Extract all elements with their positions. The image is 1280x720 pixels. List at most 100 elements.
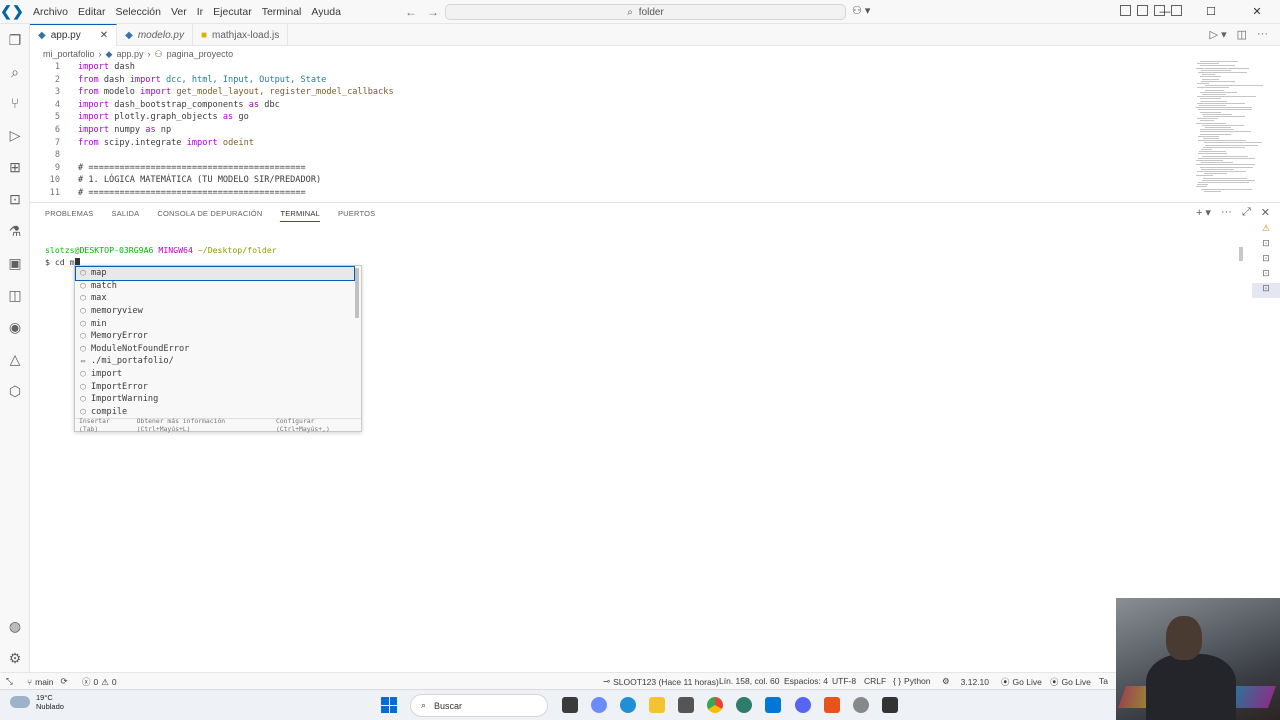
indentation[interactable]: Espacios: 4 — [784, 676, 828, 686]
command-center-search[interactable]: ⌕ folder — [445, 4, 846, 20]
footer-configure-hint[interactable]: Configurar (Ctrl+Mayús+,) — [276, 417, 361, 433]
discord-icon[interactable] — [795, 697, 811, 713]
minimize-button[interactable]: — — [1142, 0, 1188, 24]
windows-start-icon[interactable] — [381, 697, 397, 713]
menu-ayuda[interactable]: Ayuda — [306, 0, 346, 24]
github-icon[interactable]: ◫ — [7, 287, 23, 303]
remote-explorer-icon[interactable]: ⊡ — [7, 191, 23, 207]
menu-terminal[interactable]: Terminal — [257, 0, 307, 24]
new-terminal-icon[interactable]: + ▾ — [1196, 206, 1211, 219]
app-icon[interactable] — [736, 697, 752, 713]
tab-app-py[interactable]: ◆ app.py ✕ — [30, 24, 118, 46]
suggestion-item[interactable]: ⬡ min — [76, 317, 354, 330]
close-tab-icon[interactable]: ✕ — [100, 30, 108, 41]
suggestion-item[interactable]: ⬡ memoryview — [76, 305, 354, 318]
docker-icon[interactable]: ▣ — [7, 255, 23, 271]
extra-status-item[interactable]: Ta — [1099, 676, 1108, 686]
customize-layout-icon[interactable] — [1120, 5, 1131, 16]
encoding[interactable]: UTF-8 — [832, 676, 856, 686]
menu-ir[interactable]: Ir — [192, 0, 208, 24]
suggestion-item[interactable]: ⬡ import — [76, 368, 354, 381]
explorer-icon[interactable]: ❐ — [7, 32, 23, 48]
vscode-taskbar-icon[interactable] — [765, 697, 781, 713]
git-blame-indicator[interactable]: ⊸ SLOOT123 (Hace 11 horas) — [603, 676, 719, 687]
copilot-app-icon[interactable] — [591, 697, 607, 713]
tab-modelo-py[interactable]: ◆ modelo.py — [117, 24, 193, 46]
terminal-instance-icon[interactable]: ⊡ — [1252, 268, 1280, 283]
suggestion-item[interactable]: ⬡ ImportWarning — [76, 393, 354, 406]
problems-indicator[interactable]: ⓧ 0 ⚠ 0 — [82, 676, 117, 688]
minimap[interactable] — [1192, 61, 1272, 197]
extensions-icon[interactable]: ⊞ — [7, 159, 23, 175]
go-live-button-2[interactable]: ⦿ Go Live — [1050, 676, 1091, 688]
tab-salida[interactable]: SALIDA — [111, 209, 139, 222]
tab-mathjax-load-js[interactable]: ■ mathjax-load.js — [193, 24, 289, 46]
back-arrow-icon[interactable]: ← — [405, 0, 417, 24]
tab-problemas[interactable]: PROBLEMAS — [45, 209, 93, 222]
extension-pack-icon[interactable]: ⬡ — [7, 383, 23, 399]
forward-arrow-icon[interactable]: → — [427, 0, 439, 24]
terminal-app-icon[interactable] — [882, 697, 898, 713]
suggestion-item[interactable]: ⬡ map — [75, 266, 355, 281]
testing-icon[interactable]: ⚗ — [7, 223, 23, 239]
task-view-icon[interactable] — [562, 697, 578, 713]
menu-editar[interactable]: Editar — [73, 0, 110, 24]
maximize-panel-icon[interactable]: ⤢ — [1242, 206, 1251, 219]
tab-terminal[interactable]: TERMINAL — [280, 209, 320, 222]
source-control-icon[interactable]: ⑂ — [7, 95, 23, 111]
breadcrumb-file[interactable]: app.py — [116, 49, 143, 59]
close-panel-icon[interactable]: ✕ — [1261, 206, 1270, 219]
more-actions-icon[interactable]: ··· — [1221, 206, 1232, 219]
language-mode[interactable]: { } Python — [893, 676, 931, 686]
cursor-position[interactable]: Lín. 158, col. 60 — [719, 676, 780, 686]
warning-icon[interactable]: ⚠ — [1252, 223, 1280, 238]
deploy-icon[interactable]: △ — [7, 351, 23, 367]
split-editor-icon[interactable]: ◫ — [1237, 28, 1247, 41]
weather-widget[interactable]: 19°C Nublado — [10, 693, 64, 711]
menu-archivo[interactable]: Archivo — [28, 0, 73, 24]
chrome-icon[interactable] — [707, 697, 723, 713]
sublime-icon[interactable] — [824, 697, 840, 713]
footer-insert-hint[interactable]: Insertar (Tab) — [79, 417, 127, 433]
maximize-button[interactable]: ☐ — [1188, 0, 1234, 24]
run-file-icon[interactable]: ▷ ▾ — [1210, 28, 1227, 41]
suggestion-item[interactable]: ⬡ ModuleNotFoundError — [76, 343, 354, 356]
suggest-scrollbar[interactable] — [355, 268, 359, 318]
remote-indicator-icon[interactable]: ⤡ — [6, 676, 13, 687]
github-desktop-icon[interactable] — [853, 697, 869, 713]
more-actions-icon[interactable]: ··· — [1257, 28, 1268, 41]
run-debug-icon[interactable]: ▷ — [7, 127, 23, 143]
menu-ver[interactable]: Ver — [166, 0, 192, 24]
menu-ejecutar[interactable]: Ejecutar — [208, 0, 257, 24]
search-view-icon[interactable]: ⌕ — [7, 64, 23, 80]
copilot-chat-icon[interactable]: ◉ — [7, 319, 23, 335]
copilot-icon[interactable]: ⚇ ▾ — [852, 4, 870, 17]
menu-seleccion[interactable]: Selección — [110, 0, 166, 24]
footer-more-info-hint[interactable]: Obtener más información (Ctrl+Mayús+L) — [137, 417, 266, 433]
tab-puertos[interactable]: PUERTOS — [338, 209, 375, 222]
suggestion-item[interactable]: ⬡ ImportError — [76, 380, 354, 393]
taskbar-search[interactable]: ⌕ Buscar — [410, 694, 548, 717]
end-of-line[interactable]: CRLF — [864, 676, 886, 686]
accounts-icon[interactable]: ◍ — [7, 618, 23, 634]
breadcrumb-folder[interactable]: mi_portafolio — [43, 49, 95, 59]
python-interpreter[interactable]: ⚙ 3.12.10 — [942, 676, 989, 687]
suggestion-item[interactable]: ⬡ match — [76, 280, 354, 293]
suggestion-item[interactable]: ⬡ max — [76, 292, 354, 305]
terminal-scrollbar[interactable] — [1239, 247, 1243, 261]
terminal-instance-icon[interactable]: ⊡ — [1252, 238, 1280, 253]
go-live-button[interactable]: ⦿ Go Live — [1001, 676, 1042, 688]
settings-gear-icon[interactable]: ⚙ — [7, 650, 23, 666]
store-icon[interactable] — [678, 697, 694, 713]
suggestion-item[interactable]: ⬡ MemoryError — [76, 330, 354, 343]
terminal-instance-icon[interactable]: ⊡ — [1252, 253, 1280, 268]
suggestion-item[interactable]: ▭ ./mi_portafolio/ — [76, 355, 354, 368]
edge-browser-icon[interactable] — [620, 697, 636, 713]
branch-indicator[interactable]: ⑂ main ⟳ — [27, 676, 68, 687]
breadcrumb-symbol[interactable]: pagina_proyecto — [167, 49, 234, 59]
close-window-button[interactable]: ✕ — [1234, 0, 1280, 24]
tab-consola-depuracion[interactable]: CONSOLA DE DEPURACIÓN — [157, 209, 262, 222]
file-explorer-icon[interactable] — [649, 697, 665, 713]
terminal-instance-icon[interactable]: ⊡ — [1252, 283, 1280, 298]
code-editor[interactable]: 1 import dash 2 from dash import dcc, html… — [30, 61, 1280, 197]
